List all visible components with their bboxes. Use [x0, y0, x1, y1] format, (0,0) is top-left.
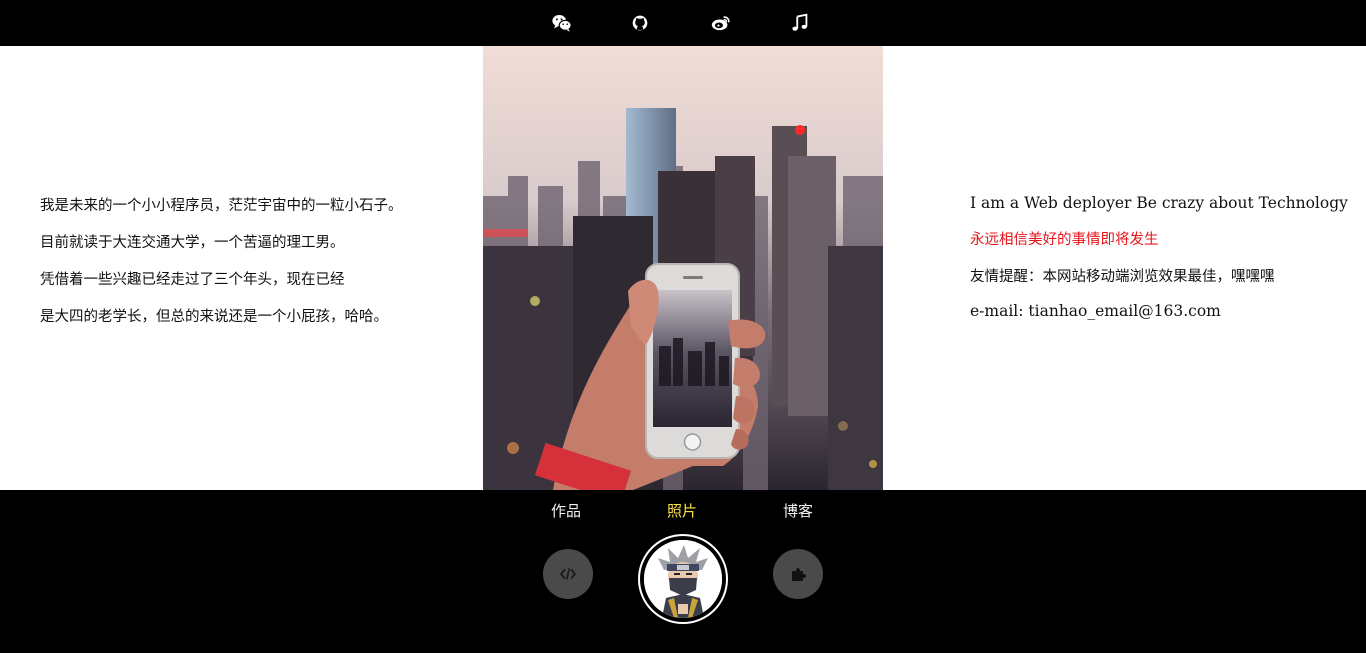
bottom-nav: 作品 照片 博客: [0, 490, 1366, 653]
intro-cn-line: 我是未来的一个小小程序员，茫茫宇宙中的一粒小石子。: [40, 198, 403, 214]
intro-cn: 我是未来的一个小小程序员，茫茫宇宙中的一粒小石子。 目前就读于大连交通大学，一个…: [40, 196, 460, 344]
avatar[interactable]: [638, 534, 728, 624]
works-button[interactable]: [543, 549, 593, 599]
code-icon: [560, 568, 576, 580]
wechat-icon[interactable]: [551, 12, 573, 34]
email: e-mail: tianhao_email@163.com: [970, 302, 1221, 320]
motto: 永远相信美好的事情即将发生: [970, 232, 1159, 248]
nav-blog[interactable]: 博客: [783, 500, 813, 521]
intro-cn-line: 是大四的老学长，但总的来说还是一个小屁孩，哈哈。: [40, 309, 388, 325]
intro-cn-line: 凭借着一些兴趣已经走过了三个年头，现在已经: [40, 272, 345, 288]
tagline: I am a Web deployer Be crazy about Techn…: [970, 194, 1348, 212]
github-icon[interactable]: [629, 12, 651, 34]
puzzle-icon: [792, 568, 806, 581]
music-icon[interactable]: [789, 12, 811, 34]
city-photo: [483, 46, 883, 490]
weibo-icon[interactable]: [710, 12, 732, 34]
intro-en: I am a Web deployer Be crazy about Techn…: [970, 193, 1350, 321]
blog-button[interactable]: [773, 549, 823, 599]
nav-photos[interactable]: 照片: [667, 500, 697, 521]
mobile-tip: 友情提醒：本网站移动端浏览效果最佳，嘿嘿嘿: [970, 269, 1275, 285]
intro-cn-line: 目前就读于大连交通大学，一个苦逼的理工男。: [40, 235, 345, 251]
top-bar: [0, 0, 1366, 46]
avatar-image: [644, 540, 722, 618]
nav-works[interactable]: 作品: [551, 500, 581, 521]
